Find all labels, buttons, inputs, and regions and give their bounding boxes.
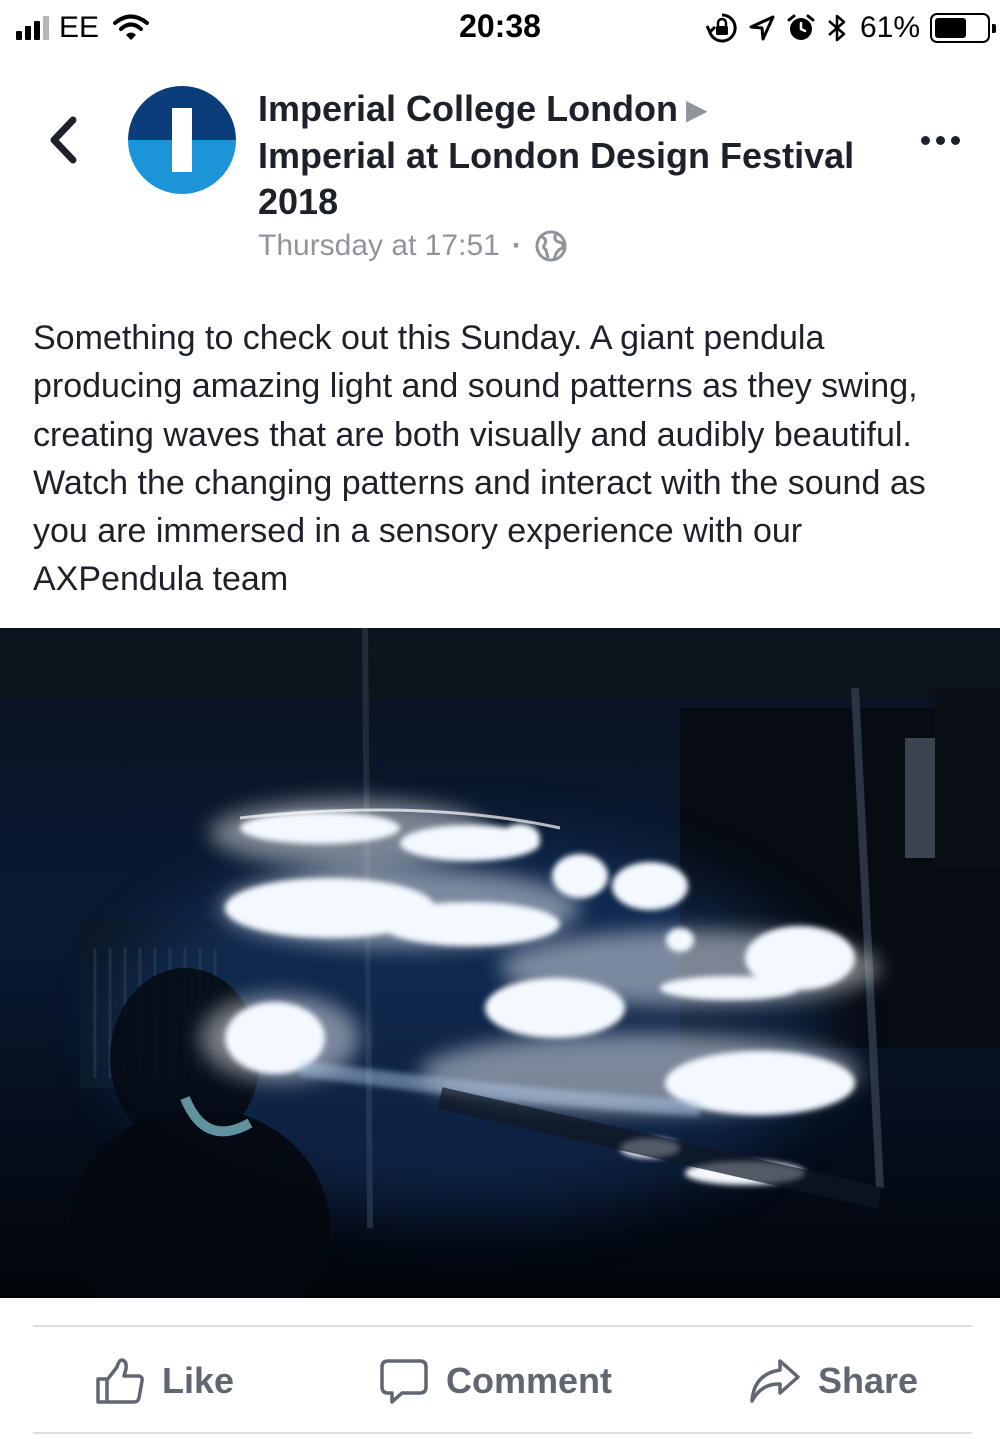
battery-percent: 61% [859,11,920,44]
more-dot [935,135,945,145]
battery-icon [930,13,996,43]
post-title: Imperial College London ▶ Imperial at Lon… [258,86,898,225]
speech-bubble-icon [380,1359,428,1404]
back-button[interactable] [40,110,90,170]
post-photo[interactable] [0,628,1000,1298]
status-bar-right: 61% [705,10,996,46]
location-icon [749,15,775,41]
arrow-right-icon: ▶ [686,94,708,125]
comment-button[interactable]: Comment [378,1348,612,1414]
post-body-text: Something to check out this Sunday. A gi… [33,319,926,599]
divider [33,1432,972,1434]
thumbs-up-icon [96,1358,144,1404]
like-label: Like [162,1360,235,1401]
more-dot [920,135,930,145]
comment-label: Comment [446,1360,613,1401]
alarm-icon [787,14,815,40]
share-button[interactable]: Share [748,1348,918,1414]
share-arrow-icon [750,1359,800,1403]
globe-icon [535,230,567,262]
pendulum-light-photo [0,628,1000,1298]
post-timestamp[interactable]: Thursday at 17:51 [258,229,500,263]
status-bar: EE 20:38 61% [0,0,1000,56]
like-button[interactable]: Like [94,1348,234,1414]
meta-separator: · [511,229,522,262]
chevron-left-icon [50,116,77,164]
divider [33,1325,972,1327]
more-dot [950,135,960,145]
avatar[interactable] [128,86,236,194]
page-name-link[interactable]: Imperial College London [258,88,678,129]
imperial-logo-icon [128,86,236,194]
event-name-link[interactable]: Imperial at London Design Festival 2018 [258,135,854,222]
bluetooth-icon [828,14,846,42]
share-label: Share [818,1360,919,1401]
orientation-lock-icon [705,13,737,43]
post-meta: Thursday at 17:51 · [258,226,568,266]
more-options-button[interactable] [912,120,968,160]
